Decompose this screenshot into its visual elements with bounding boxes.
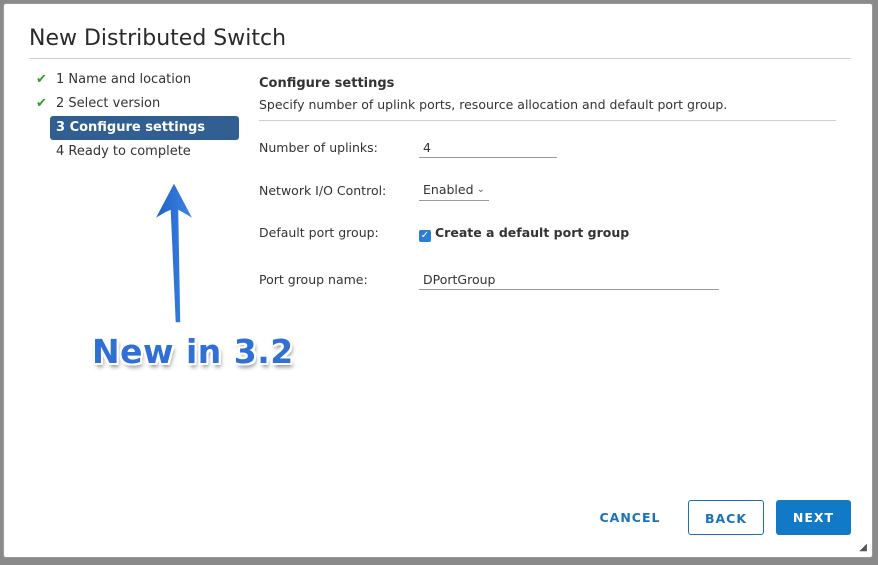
section-description: Specify number of uplink ports, resource…	[259, 97, 728, 112]
section-divider	[259, 120, 836, 121]
create-default-pg-checkbox[interactable]: ✓	[419, 230, 431, 242]
step-label: 4 Ready to complete	[56, 144, 191, 159]
create-default-pg-label: Create a default port group	[435, 225, 630, 240]
nioc-label: Network I/O Control:	[259, 183, 387, 198]
cancel-button[interactable]: CANCEL	[592, 500, 668, 535]
nioc-selected-value: Enabled	[423, 182, 474, 197]
step-name-and-location[interactable]: ✔ 1 Name and location	[32, 68, 242, 92]
nioc-select[interactable]: Enabled ⌄	[419, 179, 489, 201]
configure-settings-panel: Configure settings Specify number of upl…	[259, 74, 839, 290]
new-distributed-switch-dialog: New Distributed Switch ✔ 1 Name and loca…	[3, 3, 873, 558]
section-title: Configure settings	[259, 76, 395, 91]
default-pg-label: Default port group:	[259, 225, 379, 240]
checkmark-icon: ✔	[36, 72, 47, 87]
pg-name-input[interactable]: DPortGroup	[419, 270, 719, 290]
create-default-pg-checkbox-wrap[interactable]: ✓ Create a default port group	[419, 225, 629, 242]
annotation-arrow-up-icon	[153, 180, 195, 324]
step-label: 3 Configure settings	[56, 120, 205, 135]
annotation-label: New in 3.2	[92, 332, 294, 371]
back-button[interactable]: BACK	[688, 500, 764, 535]
step-label: 2 Select version	[56, 96, 161, 111]
checkmark-icon: ✔	[36, 96, 47, 111]
wizard-steps: ✔ 1 Name and location ✔ 2 Select version…	[32, 68, 242, 164]
resize-grip-icon[interactable]: ◢	[859, 542, 867, 553]
step-ready-to-complete[interactable]: 4 Ready to complete	[32, 140, 242, 164]
uplinks-label: Number of uplinks:	[259, 140, 378, 155]
title-divider	[29, 58, 851, 59]
next-button[interactable]: NEXT	[776, 500, 851, 535]
dialog-title: New Distributed Switch	[29, 26, 287, 51]
uplinks-input[interactable]: 4	[419, 138, 557, 158]
step-label: 1 Name and location	[56, 72, 192, 87]
step-configure-settings[interactable]: 3 Configure settings	[50, 116, 239, 140]
chevron-down-icon: ⌄	[476, 184, 485, 195]
step-select-version[interactable]: ✔ 2 Select version	[32, 92, 242, 116]
pg-name-label: Port group name:	[259, 272, 368, 287]
